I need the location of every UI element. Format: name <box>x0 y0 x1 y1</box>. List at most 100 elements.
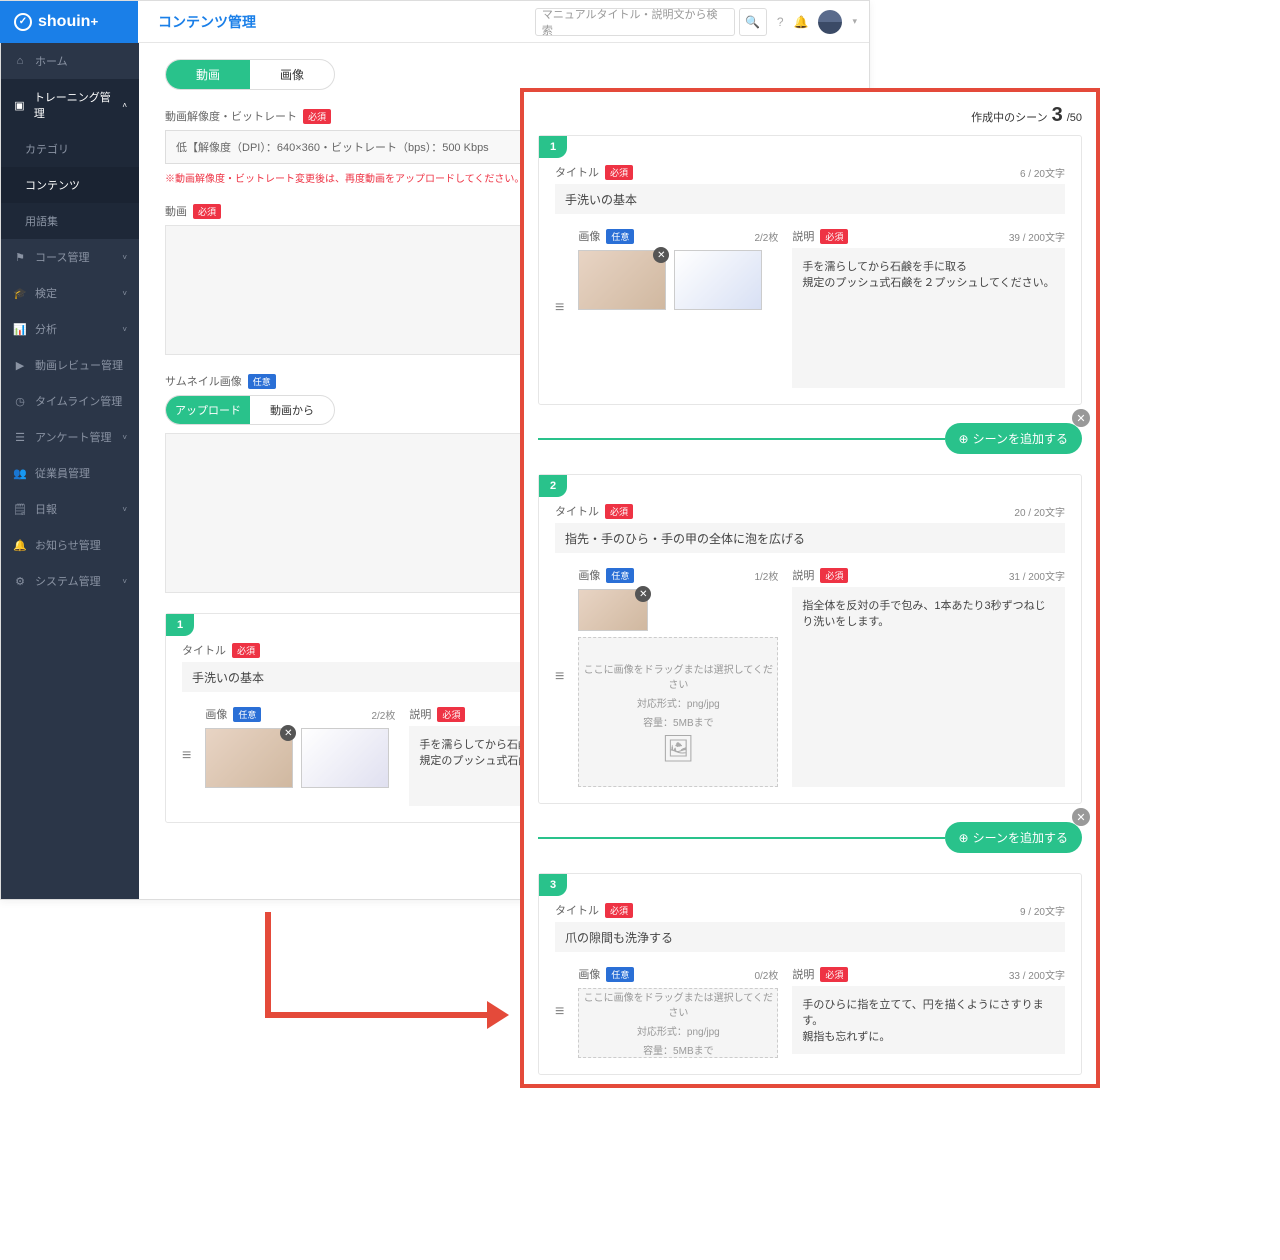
desc-counter: 31 / 200文字 <box>1009 568 1065 583</box>
flag-icon: ⚑ <box>13 250 27 264</box>
title-counter: 20 / 20文字 <box>1014 504 1065 519</box>
chevron-down-icon[interactable]: ▾ <box>852 16 857 27</box>
title-counter: 9 / 20文字 <box>1020 903 1065 918</box>
book-icon: ▣ <box>13 98 26 112</box>
scene-image-thumb[interactable]: ✕ <box>578 250 666 310</box>
search-icon: 🔍 <box>745 15 760 29</box>
detail-header: 作成中のシーン 3 /50 <box>538 104 1082 127</box>
scene-count-current: 3 <box>1052 104 1063 127</box>
scene-image-thumb[interactable]: ✕ <box>205 728 293 788</box>
sidebar-item-contents[interactable]: コンテンツ <box>1 167 139 203</box>
scene-desc-textarea[interactable]: 手のひらに指を立てて、円を描くようにさすります。 親指も忘れずに。 <box>792 986 1065 1054</box>
image-placeholder-icon: 🖼 <box>662 733 695 764</box>
bell-icon[interactable]: 🔔 <box>794 15 809 29</box>
media-tabs: 動画 画像 <box>165 59 335 90</box>
chart-icon: 📊 <box>13 322 27 336</box>
required-badge: 必須 <box>303 109 331 124</box>
add-scene-button[interactable]: ⊕シーンを追加する <box>945 423 1082 454</box>
scene-detail-panel: 作成中のシーン 3 /50 1 タイトル必須 6 / 20文字 ≡ 画像任意 2… <box>520 88 1100 1088</box>
image-dropzone[interactable]: ここに画像をドラッグまたは選択してください 対応形式：png/jpg 容量：5M… <box>578 988 778 1058</box>
sidebar-item-timeline[interactable]: ◷タイムライン管理 <box>1 383 139 419</box>
sidebar-item-training[interactable]: ▣トレーニング管理˄ <box>1 79 139 131</box>
scene-image-thumb[interactable]: ✕ <box>578 589 648 631</box>
scene-card: 1 タイトル必須 6 / 20文字 ≡ 画像任意 2/2枚 ✕ 説明必須 <box>538 135 1082 405</box>
chevron-down-icon: ˅ <box>122 325 127 334</box>
drag-handle-icon[interactable]: ≡ <box>555 299 564 317</box>
scene-title-input[interactable] <box>555 922 1065 952</box>
bell2-icon: 🔔 <box>13 538 27 552</box>
close-icon[interactable]: ✕ <box>1072 409 1090 427</box>
image-dropzone[interactable]: ここに画像をドラッグまたは選択してください 対応形式：png/jpg 容量：5M… <box>578 637 778 787</box>
video-icon: ▶ <box>13 358 27 372</box>
plus-icon: ⊕ <box>959 831 969 845</box>
scene-image-thumb[interactable] <box>301 728 389 788</box>
scene-number: 2 <box>539 475 567 497</box>
people-icon: 👥 <box>13 466 27 480</box>
sidebar-item-notification[interactable]: 🔔お知らせ管理 <box>1 527 139 563</box>
clock-icon: ◷ <box>13 394 27 408</box>
note-icon: 🗒 <box>13 502 27 516</box>
sidebar-item-glossary[interactable]: 用語集 <box>1 203 139 239</box>
scene-count-total: /50 <box>1067 112 1082 124</box>
tab-image[interactable]: 画像 <box>250 60 334 89</box>
close-icon[interactable]: ✕ <box>1072 808 1090 826</box>
sidebar: ⌂ホーム ▣トレーニング管理˄ カテゴリ コンテンツ 用語集 ⚑コース管理˅ 🎓… <box>1 43 139 899</box>
gear-icon: ⚙ <box>13 574 27 588</box>
annotation-arrow <box>265 912 487 1018</box>
logo-icon: ✓ <box>14 13 32 31</box>
chevron-down-icon: ˅ <box>122 577 127 586</box>
scene-card: 3 タイトル必須 9 / 20文字 ≡ 画像任意 0/2枚 ここに画像をドラッグ… <box>538 873 1082 1075</box>
thumb-source-tabs: アップロード 動画から <box>165 395 335 425</box>
survey-icon: ☰ <box>13 430 27 444</box>
chevron-down-icon: ˅ <box>122 289 127 298</box>
drag-handle-icon[interactable]: ≡ <box>182 747 191 765</box>
sidebar-item-exam[interactable]: 🎓検定˅ <box>1 275 139 311</box>
sidebar-item-course[interactable]: ⚑コース管理˅ <box>1 239 139 275</box>
scene-image-thumb[interactable] <box>674 250 762 310</box>
search-button[interactable]: 🔍 <box>739 8 767 36</box>
title-counter: 6 / 20文字 <box>1020 165 1065 180</box>
desc-counter: 33 / 200文字 <box>1009 967 1065 982</box>
remove-image-icon[interactable]: ✕ <box>635 586 651 602</box>
scene-desc-textarea[interactable]: 指全体を反対の手で包み、1本あたり3秒ずつねじり洗いをします。 <box>792 587 1065 787</box>
remove-image-icon[interactable]: ✕ <box>653 247 669 263</box>
sidebar-item-system[interactable]: ⚙システム管理˅ <box>1 563 139 599</box>
drag-handle-icon[interactable]: ≡ <box>555 668 564 686</box>
sidebar-item-nippo[interactable]: 🗒日報˅ <box>1 491 139 527</box>
chevron-down-icon: ˅ <box>122 505 127 514</box>
chevron-down-icon: ˅ <box>122 253 127 262</box>
plus-icon: ⊕ <box>959 432 969 446</box>
sidebar-item-category[interactable]: カテゴリ <box>1 131 139 167</box>
pill-upload[interactable]: アップロード <box>166 396 250 424</box>
avatar[interactable] <box>818 10 842 34</box>
search-input[interactable]: マニュアルタイトル・説明文から検索 <box>535 8 735 36</box>
desc-counter: 39 / 200文字 <box>1009 229 1065 244</box>
scene-divider: ⊕シーンを追加する ✕ <box>538 423 1082 454</box>
scene-title-input[interactable] <box>555 184 1065 214</box>
home-icon: ⌂ <box>13 54 27 68</box>
scene-number: 1 <box>166 614 194 636</box>
drag-handle-icon[interactable]: ≡ <box>555 1003 564 1021</box>
sidebar-item-analysis[interactable]: 📊分析˅ <box>1 311 139 347</box>
logo[interactable]: ✓ shouin+ <box>0 1 138 43</box>
remove-image-icon[interactable]: ✕ <box>280 725 296 741</box>
graduation-icon: 🎓 <box>13 286 27 300</box>
scene-number: 3 <box>539 874 567 896</box>
scene-card: 2 タイトル必須 20 / 20文字 ≡ 画像任意 1/2枚 ✕ ここに画像をド… <box>538 474 1082 804</box>
scene-desc-textarea[interactable]: 手を濡らしてから石鹸を手に取る 規定のプッシュ式石鹸を２プッシュしてください。 <box>792 248 1065 388</box>
scene-title-label: タイトル 必須 <box>182 642 260 658</box>
required-badge: 必須 <box>193 204 221 219</box>
sidebar-item-survey[interactable]: ☰アンケート管理˅ <box>1 419 139 455</box>
chevron-down-icon: ˅ <box>122 433 127 442</box>
top-icons: ? 🔔 ▾ <box>777 10 857 34</box>
pill-from-video[interactable]: 動画から <box>250 396 334 424</box>
scene-title-input[interactable] <box>555 523 1065 553</box>
help-icon[interactable]: ? <box>777 15 784 29</box>
add-scene-button[interactable]: ⊕シーンを追加する <box>945 822 1082 853</box>
tab-video[interactable]: 動画 <box>166 60 250 89</box>
optional-badge: 任意 <box>248 374 276 389</box>
scene-divider: ⊕シーンを追加する ✕ <box>538 822 1082 853</box>
sidebar-item-home[interactable]: ⌂ホーム <box>1 43 139 79</box>
sidebar-item-staff[interactable]: 👥従業員管理 <box>1 455 139 491</box>
sidebar-item-video-review[interactable]: ▶動画レビュー管理 <box>1 347 139 383</box>
